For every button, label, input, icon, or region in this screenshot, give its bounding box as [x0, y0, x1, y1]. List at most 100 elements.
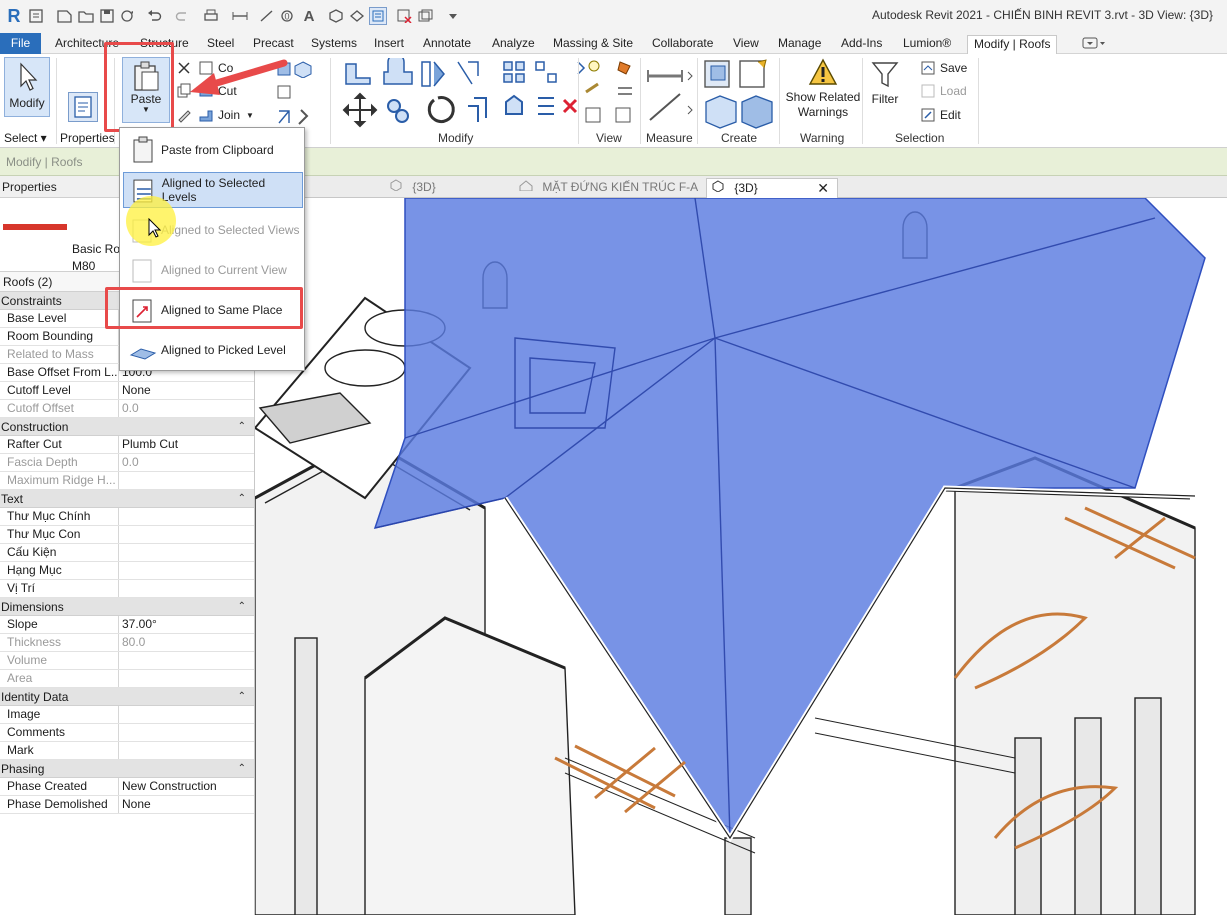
measure-icon[interactable]	[231, 7, 249, 25]
property-value[interactable]	[119, 580, 254, 597]
roof-type-preview	[3, 224, 67, 230]
redo-icon[interactable]	[173, 7, 191, 25]
open-folder-icon[interactable]	[77, 7, 95, 25]
filter-label: Filter	[871, 92, 899, 106]
properties-button[interactable]	[68, 92, 98, 122]
tab-steel[interactable]: Steel	[205, 35, 236, 54]
join-geometry-icon	[199, 110, 213, 122]
title-bar: R 0 A Autodesk Revit 2021 - CHIẾN BINH R…	[0, 0, 1227, 33]
create-tools[interactable]	[702, 58, 774, 133]
tab-precast[interactable]: Precast	[251, 35, 296, 54]
view-tab-elevation[interactable]: MẶT ĐỨNG KIẾN TRÚC F-A	[515, 178, 705, 198]
collapse-chevron-icon[interactable]: ⌃	[238, 760, 246, 778]
property-group-label: Phasing	[1, 762, 45, 776]
property-value[interactable]	[119, 724, 254, 741]
quick-access-toolbar: R 0 A	[4, 5, 465, 27]
property-value[interactable]	[119, 544, 254, 561]
geometry-tools-3[interactable]	[277, 107, 317, 125]
tab-modify-roofs[interactable]: Modify | Roofs	[967, 35, 1058, 54]
show-related-warnings-button[interactable]: Show Related Warnings	[784, 58, 862, 120]
property-value[interactable]	[119, 562, 254, 579]
thin-lines-icon[interactable]	[369, 7, 387, 25]
load-selection-icon	[921, 84, 935, 98]
tab-lumion[interactable]: Lumion®	[901, 35, 953, 54]
property-value[interactable]	[119, 526, 254, 543]
customize-qat-icon[interactable]	[444, 7, 462, 25]
property-value[interactable]: New Construction	[119, 778, 254, 795]
print-icon[interactable]	[202, 7, 220, 25]
3d-viewport[interactable]	[255, 198, 1227, 915]
tab-view[interactable]: View	[731, 35, 761, 54]
collapse-chevron-icon[interactable]: ⌃	[238, 598, 246, 616]
save-icon[interactable]	[98, 7, 116, 25]
tab-massing-site[interactable]: Massing & Site	[551, 35, 635, 54]
property-name: Area	[0, 670, 119, 687]
tab-add-ins[interactable]: Add-Ins	[839, 35, 884, 54]
property-value[interactable]	[119, 508, 254, 525]
property-value[interactable]	[119, 706, 254, 723]
undo-icon[interactable]	[146, 7, 164, 25]
tab-collaborate[interactable]: Collaborate	[650, 35, 715, 54]
load-selection-button[interactable]: Load	[920, 83, 967, 99]
view-tools[interactable]	[582, 58, 638, 133]
property-value[interactable]: None	[119, 382, 254, 399]
join-button[interactable]: Join ▼	[176, 107, 254, 123]
text-icon[interactable]: A	[300, 7, 318, 25]
menu-item-aligned-current-view[interactable]: Aligned to Current View	[123, 252, 303, 288]
property-row: Thư Mục Con	[0, 526, 254, 544]
view-tab-3d-1[interactable]: {3D}	[385, 178, 505, 198]
property-row: Area	[0, 670, 254, 688]
property-group-header[interactable]: Construction ⌃	[0, 418, 254, 436]
sync-icon[interactable]	[119, 7, 137, 25]
property-name: Slope	[0, 616, 119, 633]
property-name: Base Level	[0, 310, 119, 327]
property-row: Fascia Depth 0.0	[0, 454, 254, 472]
measure-tools[interactable]	[646, 60, 696, 129]
revit-logo-icon[interactable]: R	[4, 6, 24, 26]
property-value: 0.0	[122, 455, 139, 469]
property-group-header[interactable]: Text ⌃	[0, 490, 254, 508]
close-view-icon[interactable]: ✕	[817, 179, 829, 197]
property-value[interactable]: 37.00°	[119, 616, 254, 633]
view-tab-3d-active[interactable]: {3D} ✕	[706, 178, 838, 198]
3d-view-icon[interactable]	[327, 7, 345, 25]
select-dropdown[interactable]: Select ▾	[4, 131, 47, 145]
property-group-header[interactable]: Dimensions ⌃	[0, 598, 254, 616]
modify-tools[interactable]	[342, 53, 592, 133]
view-tab-label: {3D}	[734, 181, 758, 195]
new-file-icon[interactable]	[56, 7, 74, 25]
mouse-cursor-icon	[148, 218, 162, 238]
property-value	[119, 652, 254, 669]
property-row: Cutoff Offset 0.0	[0, 400, 254, 418]
filter-button[interactable]: Filter	[866, 60, 904, 106]
property-group-header[interactable]: Phasing ⌃	[0, 760, 254, 778]
tab-file[interactable]: File	[0, 33, 41, 54]
property-row: Slope 37.00°	[0, 616, 254, 634]
menu-item-paste-from-clipboard[interactable]: Paste from Clipboard	[123, 132, 303, 168]
section-icon[interactable]	[348, 7, 366, 25]
switch-windows-icon[interactable]	[417, 7, 435, 25]
tab-systems[interactable]: Systems	[309, 35, 359, 54]
property-group-header[interactable]: Identity Data ⌃	[0, 688, 254, 706]
tab-insert[interactable]: Insert	[372, 35, 406, 54]
property-name: Fascia Depth	[0, 454, 119, 471]
property-value[interactable]: None	[119, 796, 254, 813]
filter-icon	[871, 62, 899, 88]
collapse-chevron-icon[interactable]: ⌃	[238, 418, 246, 436]
aligned-dimension-icon[interactable]	[258, 7, 276, 25]
tab-manage[interactable]: Manage	[776, 35, 823, 54]
ribbon-minimize-button[interactable]	[1080, 36, 1108, 55]
property-value[interactable]	[119, 742, 254, 759]
tag-icon[interactable]: 0	[279, 7, 297, 25]
collapse-chevron-icon[interactable]: ⌃	[238, 688, 246, 706]
menu-item-aligned-picked-level[interactable]: Aligned to Picked Level	[123, 332, 303, 368]
edit-selection-button[interactable]: Edit	[920, 107, 961, 123]
tab-analyze[interactable]: Analyze	[490, 35, 537, 54]
property-value[interactable]: Plumb Cut	[119, 436, 254, 453]
collapse-chevron-icon[interactable]: ⌃	[238, 490, 246, 508]
modify-button[interactable]: Modify	[4, 57, 50, 117]
info-center-icon[interactable]	[27, 7, 45, 25]
close-hidden-windows-icon[interactable]	[396, 7, 414, 25]
save-selection-button[interactable]: Save	[920, 60, 967, 76]
tab-annotate[interactable]: Annotate	[421, 35, 473, 54]
